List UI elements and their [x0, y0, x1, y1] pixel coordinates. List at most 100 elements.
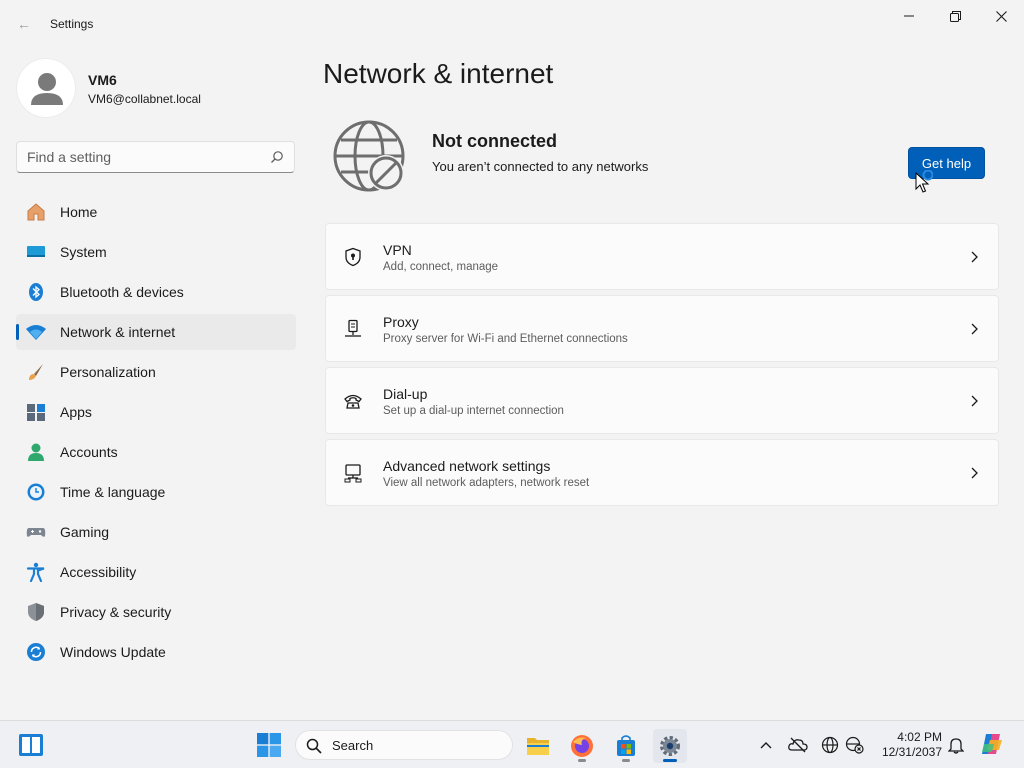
chevron-right-icon — [971, 395, 978, 407]
notifications-button[interactable] — [946, 735, 966, 755]
accounts-icon — [26, 442, 46, 462]
connection-status-detail: You aren’t connected to any networks — [432, 159, 649, 174]
sidebar-item-label: Time & language — [60, 484, 166, 500]
sidebar-item-label: Network & internet — [60, 324, 176, 340]
restore-icon — [949, 10, 961, 22]
taskbar-clock[interactable]: 4:02 PM 12/31/2037 — [872, 730, 942, 760]
apps-icon — [26, 402, 46, 422]
card-subtitle: Set up a dial-up internet connection — [383, 405, 564, 417]
widgets-icon[interactable] — [18, 733, 44, 757]
title-bar: ← Settings — [0, 0, 1024, 48]
windows-start-icon[interactable] — [257, 733, 281, 757]
gear-icon — [660, 736, 680, 756]
user-email: VM6@collabnet.local — [88, 92, 201, 106]
vpn-card[interactable]: VPN Add, connect, manage — [325, 223, 999, 290]
globe-icon — [821, 736, 839, 754]
sidebar-item-label: Personalization — [60, 364, 156, 380]
sidebar-item-privacy[interactable]: Privacy & security — [16, 594, 296, 630]
taskbar-search-label: Search — [332, 738, 374, 753]
firefox-button[interactable] — [565, 729, 599, 763]
settings-app-button[interactable] — [653, 729, 687, 763]
connection-status: Not connected — [432, 131, 558, 151]
app-title: Settings — [50, 17, 94, 31]
sidebar-item-label: Bluetooth & devices — [60, 284, 184, 300]
home-icon — [26, 202, 46, 222]
close-button[interactable] — [978, 0, 1024, 32]
clock-time: 4:02 PM — [897, 730, 942, 744]
advanced-network-icon — [343, 463, 363, 483]
store-icon — [617, 735, 635, 756]
sidebar-item-apps[interactable]: Apps — [16, 394, 296, 430]
chevron-right-icon — [971, 467, 978, 479]
card-subtitle: View all network adapters, network reset — [383, 477, 590, 489]
shield-icon — [26, 602, 46, 622]
sidebar-item-windows-update[interactable]: Windows Update — [16, 634, 296, 670]
sidebar-item-time-language[interactable]: Time & language — [16, 474, 296, 510]
search-icon — [271, 151, 283, 163]
card-title: Dial-up — [383, 386, 428, 402]
restore-button[interactable] — [932, 0, 978, 32]
taskbar: Search 4:02 PM 12/31/2037 — [0, 720, 1024, 768]
advanced-network-card[interactable]: Advanced network settings View all netwo… — [325, 439, 999, 506]
cloud-offline-icon — [788, 737, 808, 753]
copilot-button[interactable] — [980, 732, 1004, 756]
sidebar-item-system[interactable]: System — [16, 234, 296, 270]
update-icon — [26, 642, 46, 662]
sidebar-item-label: Apps — [60, 404, 92, 420]
card-title: Advanced network settings — [383, 458, 551, 474]
sidebar-item-personalization[interactable]: Personalization — [16, 354, 296, 390]
bluetooth-icon — [26, 282, 46, 302]
settings-cards: VPN Add, connect, manage Proxy Proxy ser… — [325, 223, 999, 511]
proxy-icon — [343, 319, 363, 339]
chevron-up-icon — [760, 742, 772, 749]
back-arrow-icon: ← — [17, 16, 31, 32]
firefox-icon — [571, 735, 593, 757]
sidebar-item-gaming[interactable]: Gaming — [16, 514, 296, 550]
store-button[interactable] — [609, 729, 643, 763]
minimize-button[interactable] — [886, 0, 932, 32]
sidebar-item-bluetooth[interactable]: Bluetooth & devices — [16, 274, 296, 310]
settings-search[interactable] — [16, 141, 295, 173]
sidebar-item-home[interactable]: Home — [16, 194, 296, 230]
search-icon — [306, 738, 322, 754]
card-subtitle: Proxy server for Wi-Fi and Ethernet conn… — [383, 333, 628, 345]
card-title: Proxy — [383, 314, 419, 330]
close-icon — [995, 10, 1007, 22]
back-button[interactable]: ← — [12, 12, 36, 36]
file-explorer-button[interactable] — [521, 729, 555, 763]
running-indicator — [622, 759, 630, 762]
bell-icon — [948, 738, 964, 754]
network-tray-button[interactable] — [845, 735, 865, 755]
gamepad-icon — [26, 522, 46, 542]
proxy-card[interactable]: Proxy Proxy server for Wi-Fi and Etherne… — [325, 295, 999, 362]
folder-icon — [527, 738, 549, 755]
clock-globe-icon — [26, 482, 46, 502]
sidebar-item-label: Home — [60, 204, 98, 220]
sidebar-item-label: System — [60, 244, 107, 260]
sidebar-item-label: Windows Update — [60, 644, 166, 660]
dialup-phone-icon — [343, 391, 363, 411]
card-title: VPN — [383, 242, 412, 258]
user-profile[interactable]: VM6 VM6@collabnet.local — [16, 58, 296, 118]
copilot-icon — [982, 734, 1002, 754]
onedrive-tray-button[interactable] — [788, 735, 808, 755]
language-tray-button[interactable] — [820, 735, 840, 755]
network-disconnected-icon — [845, 736, 864, 754]
sidebar-item-accounts[interactable]: Accounts — [16, 434, 296, 470]
person-icon — [31, 73, 63, 105]
card-subtitle: Add, connect, manage — [383, 261, 499, 273]
show-hidden-icons-button[interactable] — [756, 735, 776, 755]
sidebar-item-label: Accounts — [60, 444, 118, 460]
dialup-card[interactable]: Dial-up Set up a dial-up internet connec… — [325, 367, 999, 434]
sidebar-item-label: Accessibility — [60, 564, 137, 580]
sidebar-nav: Home System Bluetooth & devices Network … — [16, 194, 296, 674]
page-title: Network & internet — [323, 58, 554, 89]
chevron-right-icon — [971, 323, 978, 335]
taskbar-search[interactable]: Search — [295, 730, 513, 760]
sidebar-item-accessibility[interactable]: Accessibility — [16, 554, 296, 590]
globe-disconnected-icon — [333, 120, 405, 192]
brush-icon — [26, 362, 46, 382]
search-input[interactable] — [27, 149, 267, 165]
avatar — [16, 58, 76, 118]
sidebar-item-network[interactable]: Network & internet — [16, 314, 296, 350]
